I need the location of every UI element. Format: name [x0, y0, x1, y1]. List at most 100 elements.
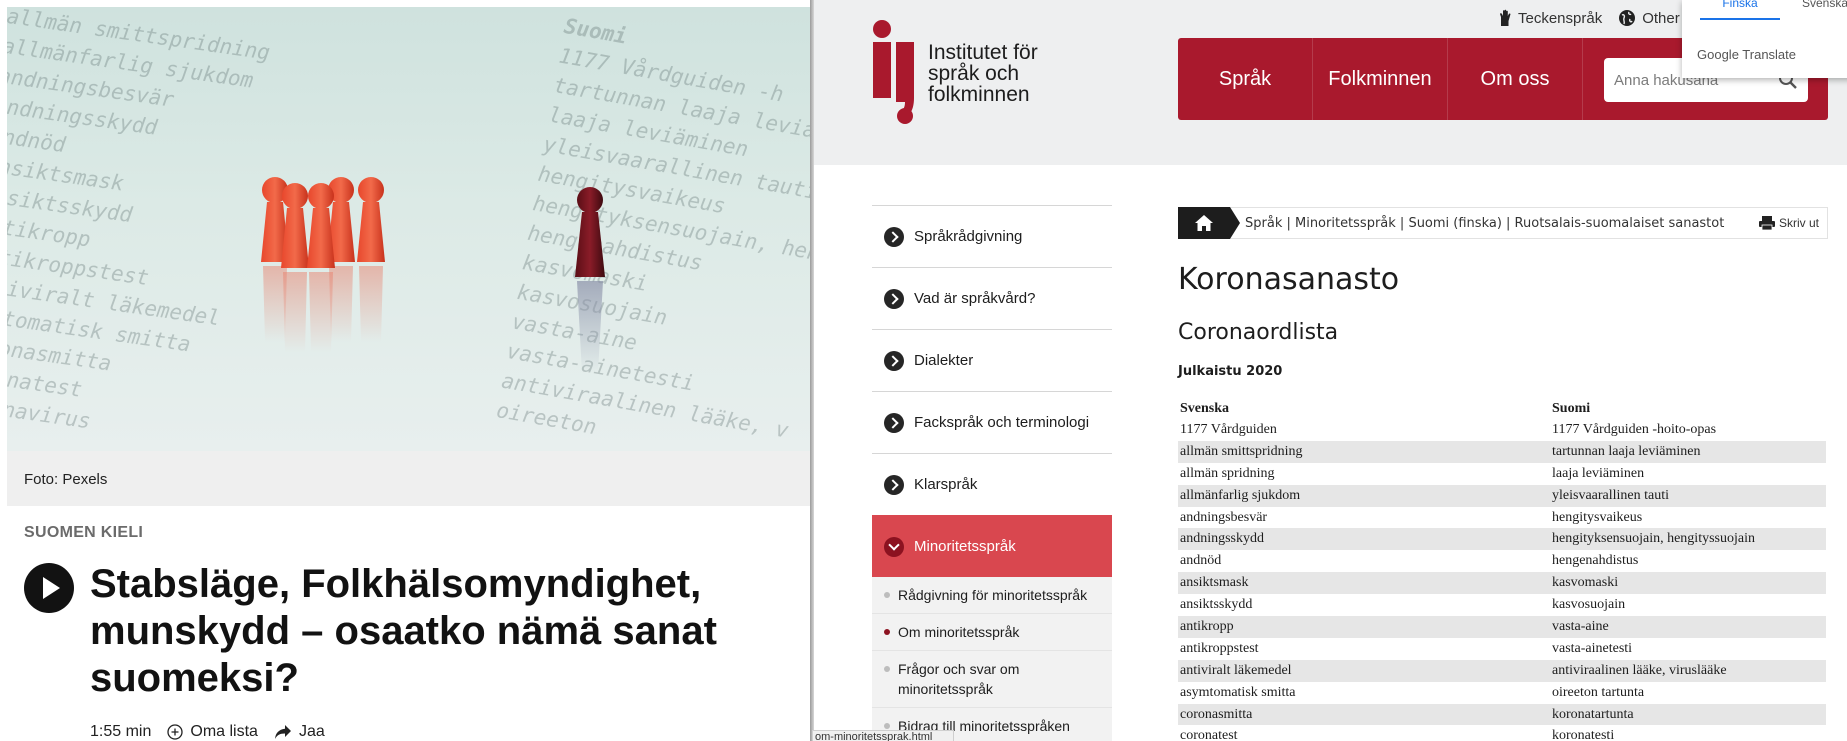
add-to-list-label: Oma lista	[190, 723, 258, 740]
cell-finnish-term: koronatesti	[1552, 728, 1615, 741]
table-row: andningsskydd hengityksensuojain, hengity…	[1178, 528, 1826, 551]
sidebar-item-klarsprak[interactable]: Klarspråk	[872, 453, 1112, 515]
nav-sprak[interactable]: Språk	[1178, 38, 1312, 120]
sidebar-item-minoritetssprak[interactable]: Minoritetsspråk	[872, 515, 1112, 577]
play-audio-button[interactable]	[24, 563, 74, 613]
cell-swedish-term: ansiktsskydd	[1180, 597, 1253, 613]
cell-finnish-term: oireeton tartunta	[1552, 684, 1645, 700]
page-subtitle: Coronaordlista	[1178, 320, 1339, 345]
sidebar-subitem-label: Om minoritetsspråk	[898, 624, 1020, 640]
table-row: 1177 Vårdguiden 1177 Vårdguiden -hoito-op…	[1178, 419, 1826, 441]
print-button[interactable]: Skriv ut	[1758, 215, 1819, 231]
article-category[interactable]: SUOMEN KIELI	[24, 524, 143, 542]
google-translate-popup: Finska Svenska Google Translate	[1682, 0, 1847, 78]
chevron-down-icon	[884, 536, 904, 557]
add-circle-icon	[167, 724, 184, 740]
article-meta-row: 1:55 min Oma lista Jaa	[90, 722, 341, 741]
cell-swedish-term: coronatest	[1180, 728, 1238, 741]
translate-tab-swedish[interactable]: Svenska	[1790, 0, 1847, 20]
sidebar-item-dialekter[interactable]: Dialekter	[872, 329, 1112, 391]
logo-line: folkminnen	[928, 83, 1030, 106]
table-row: coronasmitta koronatartunta	[1178, 703, 1826, 726]
photo-caption: Foto: Pexels	[24, 471, 108, 488]
dark-pawn-illustration	[575, 187, 605, 373]
breadcrumb: Språk | Minoritetsspråk | Suomi (finska)…	[1178, 207, 1828, 239]
cell-finnish-term: hengitysvaikeus	[1552, 509, 1643, 525]
table-row: allmänfarlig sjukdom yleisvaarallinen tau…	[1178, 484, 1826, 507]
breadcrumb-home-button[interactable]	[1178, 207, 1240, 239]
cell-finnish-term: 1177 Vårdguiden -hoito-opas	[1552, 421, 1717, 437]
sidebar-item-label: Vad är språkvård?	[914, 290, 1036, 307]
sidebar-subitem-label: Frågor och svar om minoritetsspråk	[898, 661, 1020, 697]
cell-swedish-term: allmän smittspridning	[1178, 440, 1550, 463]
chevron-right-icon	[884, 350, 904, 371]
glossary-table-body: 1177 Vårdguiden 1177 Vårdguiden -hoito-op…	[1178, 419, 1826, 741]
chevron-right-icon	[884, 474, 904, 495]
sidebar-item-label: Språkrådgivning	[914, 228, 1023, 245]
share-button[interactable]: Jaa	[274, 723, 325, 741]
status-bar-url: om-minoritetssprak.html	[812, 730, 954, 741]
sidebar-item-sprakradgivning[interactable]: Språkrådgivning	[872, 205, 1112, 267]
table-row: ansiktsmask kasvomaski	[1178, 572, 1826, 595]
add-to-list-button[interactable]: Oma lista	[167, 723, 258, 741]
sidebar-navigation: Språkrådgivning Vad är språkvård? Dialek…	[872, 205, 1112, 741]
cell-finnish-term: vasta-aine	[1550, 616, 1826, 638]
cell-swedish-term: antiviralt läkemedel	[1178, 659, 1550, 682]
top-utility-links: Teckenspråk Other l	[1498, 6, 1703, 30]
sign-language-link[interactable]: Teckenspråk	[1498, 9, 1602, 27]
cell-finnish-term: hengityksensuojain, hengityssuojain	[1550, 528, 1826, 551]
cell-swedish-term: 1177 Vårdguiden	[1180, 421, 1277, 437]
duration-label: 1:55 min	[90, 723, 152, 740]
table-row: antiviralt läkemedel antiviraalinen lääke…	[1178, 659, 1826, 682]
article-photo: allmän smittspridning allmänfarlig sjukdo…	[7, 7, 811, 451]
nav-om-oss[interactable]: Om oss	[1448, 38, 1582, 120]
cell-swedish-term: allmänfarlig sjukdom	[1178, 484, 1550, 507]
chevron-right-icon	[884, 288, 904, 309]
breadcrumb-path[interactable]: Språk | Minoritetsspråk | Suomi (finska)…	[1245, 216, 1724, 231]
cell-finnish-term: hengenahdistus	[1552, 553, 1639, 569]
cell-finnish-term: vasta-ainetesti	[1552, 640, 1633, 656]
nav-separator	[1582, 38, 1583, 120]
institute-site-panel: Institutet för språk och folkminnen Teck…	[814, 0, 1847, 741]
cell-finnish-term: kasvosuojain	[1552, 597, 1626, 613]
home-icon	[1195, 215, 1213, 231]
cell-finnish-term: tartunnan laaja leviäminen	[1550, 440, 1826, 463]
cell-finnish-term: antiviraalinen lääke, viruslääke	[1550, 659, 1826, 682]
translate-tab-finnish[interactable]: Finska	[1700, 0, 1780, 20]
column-header-finnish: Suomi	[1552, 400, 1591, 416]
bullet-icon	[884, 723, 890, 729]
globe-icon	[1619, 10, 1636, 26]
cell-swedish-term: antikroppstest	[1180, 640, 1259, 656]
sidebar-subitem-om-minoritetssprak[interactable]: Om minoritetsspråk	[872, 614, 1112, 651]
column-header-swedish: Svenska	[1180, 400, 1230, 416]
screen: allmän smittspridning allmänfarlig sjukdo…	[0, 0, 1847, 741]
cell-swedish-term: antikropp	[1178, 616, 1550, 638]
play-icon	[43, 577, 60, 599]
bullet-icon	[884, 629, 890, 635]
sidebar-subitem-radgivning[interactable]: Rådgivning för minoritetsspråk	[872, 577, 1112, 614]
sidebar-subitem-fragor-och-svar[interactable]: Frågor och svar om minoritetsspråk	[872, 651, 1112, 708]
share-label: Jaa	[298, 723, 325, 740]
article-panel: allmän smittspridning allmänfarlig sjukdo…	[0, 0, 812, 741]
sidebar-subitem-label: Rådgivning för minoritetsspråk	[898, 587, 1088, 603]
table-row: allmän spridning laaja leviäminen	[1178, 463, 1826, 485]
share-icon	[274, 725, 291, 739]
bullet-icon	[884, 592, 890, 598]
site-logo[interactable]: Institutet för språk och folkminnen	[872, 20, 1052, 125]
cell-finnish-term: laaja leviäminen	[1552, 465, 1645, 481]
sidebar-item-label: Dialekter	[914, 352, 974, 369]
table-row: ansiktsskydd kasvosuojain	[1178, 594, 1826, 616]
cell-swedish-term: allmän spridning	[1180, 465, 1275, 481]
sidebar-item-vad-ar-sprakvard[interactable]: Vad är språkvård?	[872, 267, 1112, 329]
sidebar-item-label: Minoritetsspråk	[914, 538, 1016, 555]
photo-word-list-right: Suomi 1177 Vårdguiden -h tartunnan laaja l…	[494, 11, 811, 451]
article-headline: Stabsläge, Folkhälsomyndighet, munskydd …	[90, 562, 717, 700]
sidebar-item-facksprak[interactable]: Fackspråk och terminologi	[872, 391, 1112, 453]
nav-folkminnen[interactable]: Folkminnen	[1313, 38, 1447, 120]
published-date: Julkaistu 2020	[1178, 364, 1283, 379]
cell-finnish-term: kasvomaski	[1550, 572, 1826, 595]
glossary-table: Svenska Suomi 1177 Vårdguiden 1177 Vårdgu…	[1178, 398, 1826, 741]
other-languages-link[interactable]: Other l	[1618, 9, 1687, 27]
logo-mark-icon	[873, 20, 914, 124]
table-row: antikroppstest vasta-ainetesti	[1178, 638, 1826, 660]
